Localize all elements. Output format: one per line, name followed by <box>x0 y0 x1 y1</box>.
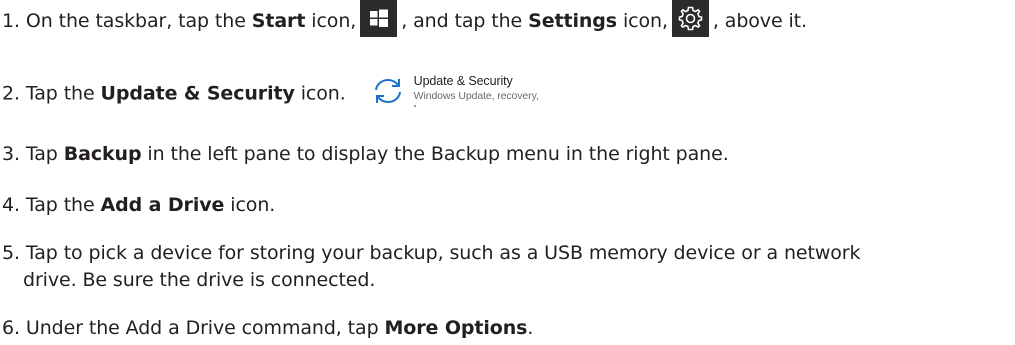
step-keyword: Start <box>251 10 306 32</box>
step-number: 1. <box>2 10 20 32</box>
step-number: 4. <box>2 194 20 216</box>
step-text: Tap the <box>25 82 95 105</box>
step-text: On the taskbar, tap the <box>25 10 246 32</box>
step-number: 3. <box>2 143 20 165</box>
step-number: 2. <box>2 82 20 105</box>
tile-description: Windows Update, recovery, <box>413 90 539 102</box>
step-5: 5. Tap to pick a device for storing your… <box>2 240 861 294</box>
step-6: 6. Under the Add a Drive command, tap Mo… <box>2 315 533 342</box>
step-text: icon. <box>300 82 346 105</box>
step-text: Tap the <box>25 194 95 216</box>
windows-start-icon <box>360 0 398 37</box>
step-keyword: Settings <box>528 10 617 32</box>
step-text: Under the Add a Drive command, tap <box>25 317 379 339</box>
step-2: 2. Tap the Update & Security icon. Updat… <box>2 74 570 110</box>
step-text: drive. Be sure the drive is connected. <box>23 269 376 291</box>
step-4: 4. Tap the Add a Drive icon. <box>2 192 275 219</box>
step-text: Tap to pick a device for storing your ba… <box>25 242 861 264</box>
step-text: in the left pane to display the Backup m… <box>147 143 729 165</box>
step-text: Tap <box>25 143 58 165</box>
step-keyword: Add a Drive <box>100 194 225 216</box>
tile-title: Update & Security <box>413 74 513 88</box>
step-text: , above it. <box>712 10 807 32</box>
tile-truncated-text <box>413 104 424 107</box>
step-number: 6. <box>2 317 20 339</box>
step-text: icon, <box>622 10 668 32</box>
step-text: icon. <box>230 194 276 216</box>
step-keyword: Backup <box>63 143 142 165</box>
step-text: icon, <box>311 10 357 32</box>
sync-icon <box>374 79 401 103</box>
step-text: , and tap the <box>401 10 523 32</box>
step-text: . <box>527 317 534 339</box>
step-keyword: Update & Security <box>100 82 295 105</box>
update-security-tile: Update & Security Windows Update, recove… <box>370 72 570 110</box>
step-number: 5. <box>2 242 20 264</box>
gear-icon <box>671 0 709 37</box>
step-keyword: More Options <box>384 317 528 339</box>
step-3: 3. Tap Backup in the left pane to displa… <box>2 141 729 168</box>
step-1: 1. On the taskbar, tap the Start icon, ,… <box>2 0 807 37</box>
